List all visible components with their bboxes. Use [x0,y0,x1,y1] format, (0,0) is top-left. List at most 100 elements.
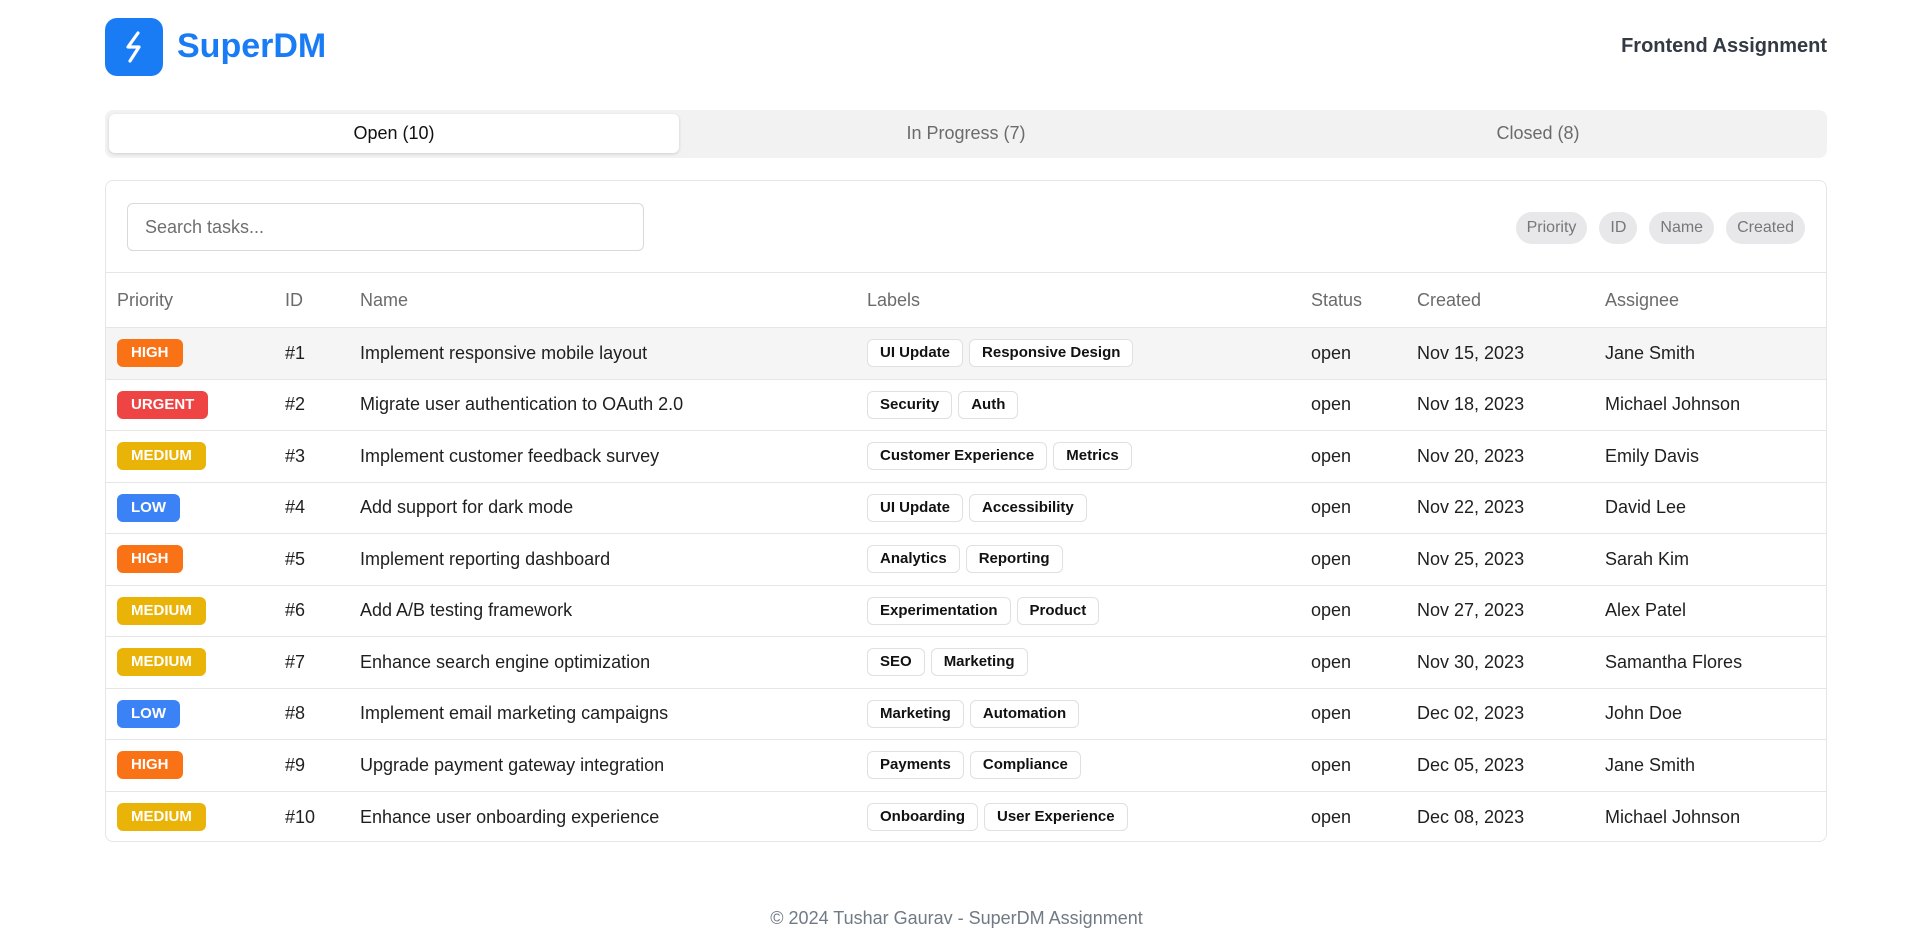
table-row[interactable]: HIGH #5 Implement reporting dashboard Analy… [106,533,1826,586]
column-header-name[interactable]: Name [349,272,856,328]
labels-cell: UI Update Responsive Design [856,327,1300,380]
tasks-table-body: HIGH #1 Implement responsive mobile layout… [106,327,1826,842]
table-row[interactable]: HIGH #1 Implement responsive mobile layout… [106,327,1826,380]
table-row[interactable]: LOW #4 Add support for dark mode UI Update A… [106,482,1826,534]
task-created: Dec 05, 2023 [1406,739,1594,792]
tab-in-progress[interactable]: In Progress (7) [681,114,1251,153]
task-created: Nov 25, 2023 [1406,533,1594,586]
labels-cell: Security Auth [856,379,1300,431]
labels-cell: Marketing Automation [856,688,1300,740]
task-status: open [1300,482,1406,534]
table-row[interactable]: MEDIUM #3 Implement customer feedback surv… [106,430,1826,483]
priority-cell: HIGH [106,739,274,792]
priority-cell: MEDIUM [106,636,274,689]
task-created: Nov 20, 2023 [1406,430,1594,483]
priority-cell: LOW [106,688,274,740]
search-input[interactable] [127,203,644,251]
task-status: open [1300,739,1406,792]
task-status: open [1300,327,1406,380]
labels-cell: Analytics Reporting [856,533,1300,586]
label-tag: Payments [867,751,964,780]
task-id: #4 [274,482,349,534]
task-id: #2 [274,379,349,431]
app-header: SuperDM Frontend Assignment [105,18,1827,78]
task-assignee: Michael Johnson [1605,806,1741,827]
label-tag: UI Update [867,493,964,522]
priority-badge: HIGH [117,545,183,574]
task-assignee: Alex Patel [1594,585,1826,637]
app-logo-text[interactable]: SuperDM [177,27,326,66]
column-header-status[interactable]: Status [1300,272,1406,328]
priority-cell: HIGH [106,327,274,380]
column-header-priority[interactable]: Priority [106,272,274,328]
tasks-panel: Priority ID Name Created Priority ID Nam… [105,180,1827,842]
table-row[interactable]: MEDIUM #10 Enhance user onboarding experie… [106,791,1826,841]
task-id: #5 [274,533,349,586]
labels-cell: Experimentation Product [856,585,1300,637]
priority-cell: MEDIUM [106,791,274,841]
table-row[interactable]: LOW #8 Implement email marketing campaigns… [106,688,1826,740]
task-assignee: Emily Davis [1594,430,1826,483]
task-id: #7 [274,636,349,689]
priority-badge: HIGH [117,339,183,368]
column-header-labels[interactable]: Labels [856,272,1300,328]
label-tag: Security [867,390,953,419]
sort-created-chip[interactable]: Created [1726,212,1805,244]
task-name: Enhance user onboarding experience [360,806,660,827]
task-status: open [1300,688,1406,740]
label-tag: Experimentation [867,596,1011,625]
task-assignee: Sarah Kim [1594,533,1826,586]
task-created: Nov 18, 2023 [1406,379,1594,431]
task-name: Implement email marketing campaigns [349,688,856,740]
table-row[interactable]: MEDIUM #7 Enhance search engine optimizati… [106,636,1826,689]
labels-cell: SEO Marketing [856,636,1300,689]
priority-badge: LOW [117,493,180,522]
task-status: open [1300,533,1406,586]
lightning-icon-glyph [126,31,141,63]
label-tag: UI Update [867,339,964,368]
task-name: Implement responsive mobile layout [349,327,856,380]
task-created: Nov 22, 2023 [1406,482,1594,534]
status-tabs: Open (10) In Progress (7) Closed (8) [105,110,1827,158]
table-row[interactable]: URGENT #2 Migrate user authentication to O… [106,379,1826,431]
priority-badge: MEDIUM [117,648,206,677]
priority-cell: LOW [106,482,274,534]
priority-badge: URGENT [117,390,209,419]
tab-closed[interactable]: Closed (8) [1253,114,1823,153]
table-row[interactable]: HIGH #9 Upgrade payment gateway integratio… [106,739,1826,792]
task-name: Enhance search engine optimization [349,636,856,689]
label-tag: Customer Experience [867,442,1048,471]
label-tag: Responsive Design [969,339,1134,368]
labels-cell: Payments Compliance [856,739,1300,792]
lightning-icon[interactable] [105,18,163,76]
label-tag: Metrics [1053,442,1132,471]
sort-name-chip[interactable]: Name [1649,212,1715,244]
task-status: open [1300,379,1406,431]
label-tag: Onboarding [867,803,978,831]
task-assignee: Jane Smith [1594,739,1826,792]
task-status: open [1311,806,1352,827]
task-assignee: Samantha Flores [1594,636,1826,689]
sort-chips: Priority ID Name Created [1515,212,1805,244]
priority-cell: URGENT [106,379,274,431]
task-id: #8 [274,688,349,740]
task-created: Nov 15, 2023 [1406,327,1594,380]
column-header-assignee[interactable]: Assignee [1594,272,1826,328]
sort-id-chip[interactable]: ID [1599,212,1638,244]
labels-cell: Customer Experience Metrics [856,430,1300,483]
task-assignee: David Lee [1594,482,1826,534]
column-header-id[interactable]: ID [274,272,349,328]
table-row[interactable]: MEDIUM #6 Add A/B testing framework Experim… [106,585,1826,637]
task-name: Add support for dark mode [349,482,856,534]
tab-open[interactable]: Open (10) [109,114,679,153]
priority-cell: HIGH [106,533,274,586]
priority-badge: LOW [117,699,180,728]
task-created: Nov 27, 2023 [1406,585,1594,637]
task-id: #1 [274,327,349,380]
sort-priority-chip[interactable]: Priority [1515,212,1588,244]
label-tag: Product [1016,596,1100,625]
column-header-created[interactable]: Created [1406,272,1594,328]
priority-cell: MEDIUM [106,430,274,483]
task-created: Dec 02, 2023 [1406,688,1594,740]
priority-badge: HIGH [117,751,183,780]
